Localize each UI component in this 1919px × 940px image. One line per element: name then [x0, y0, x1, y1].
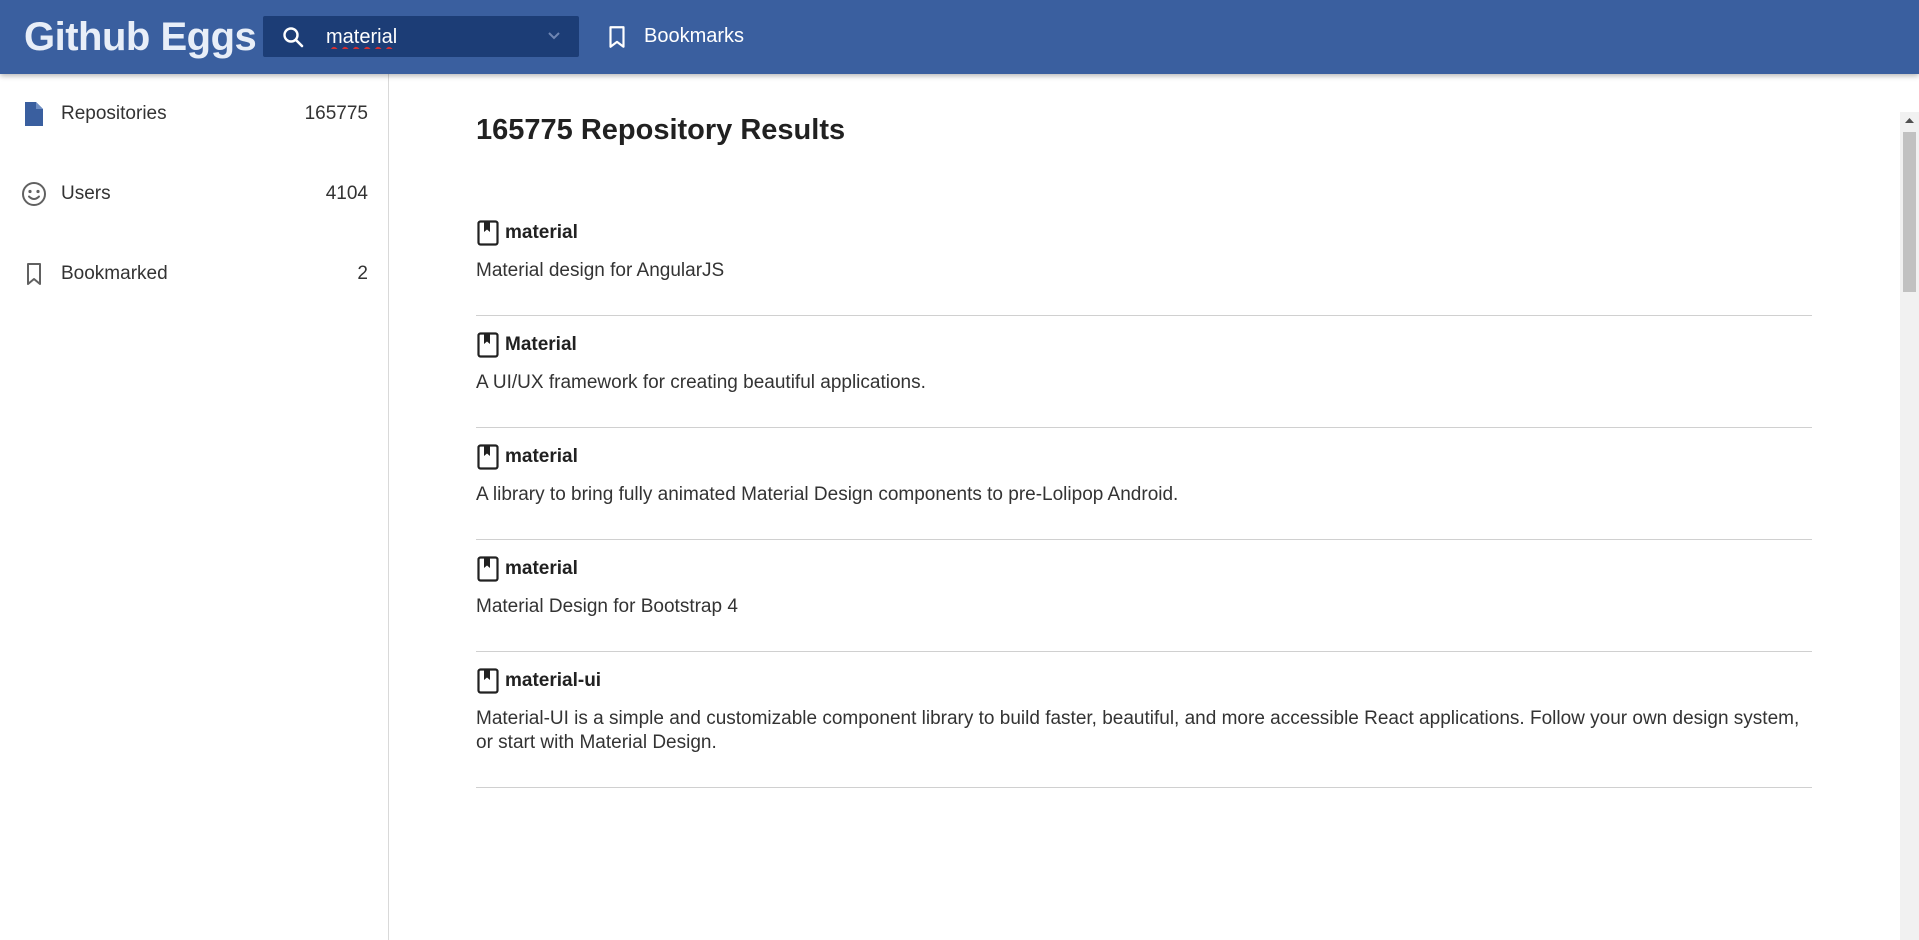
list-item: Material A UI/UX framework for creating …	[476, 316, 1812, 428]
repo-icon	[477, 332, 499, 358]
sidebar-item-label: Users	[61, 183, 111, 204]
repo-description: Material-UI is a simple and customizable…	[476, 708, 1800, 753]
sidebar-item-users[interactable]: Users 4104	[0, 154, 388, 234]
bookmark-icon	[609, 25, 625, 48]
repo-icon	[477, 556, 499, 582]
repo-icon	[477, 220, 499, 246]
list-item: material Material Design for Bootstrap 4	[476, 540, 1812, 652]
app-bar: Github Eggs Bookmarks	[0, 0, 1919, 74]
repo-description: Material Design for Bootstrap 4	[476, 596, 738, 617]
repo-description: Material design for AngularJS	[476, 260, 725, 281]
repo-icon	[477, 668, 499, 694]
sidebar-item-repositories[interactable]: Repositories 165775	[0, 74, 388, 154]
results-list: material Material design for AngularJS M…	[476, 204, 1812, 788]
sidebar-item-count: 165775	[304, 103, 368, 124]
search-input[interactable]	[326, 24, 536, 50]
scroll-thumb[interactable]	[1903, 132, 1916, 292]
search-icon[interactable]	[281, 25, 305, 49]
repo-name-link[interactable]: Material	[505, 334, 577, 356]
results-panel: 165775 Repository Results material Mater…	[390, 74, 1900, 940]
scrollbar[interactable]	[1900, 112, 1919, 940]
repo-name-link[interactable]: material	[505, 558, 578, 580]
scroll-up-arrow-icon[interactable]	[1900, 112, 1919, 129]
sidebar-item-label: Bookmarked	[61, 263, 168, 284]
bookmarks-nav-label: Bookmarks	[644, 25, 745, 47]
repo-icon	[477, 444, 499, 470]
sidebar-item-count: 2	[357, 263, 368, 284]
sidebar-item-label: Repositories	[61, 103, 167, 124]
repo-name-link[interactable]: material-ui	[505, 670, 601, 692]
sidebar-item-count: 4104	[325, 183, 368, 204]
list-item: material-ui Material-UI is a simple and …	[476, 652, 1812, 788]
sidebar: Repositories 165775 Users 4104 Bookmarke…	[0, 74, 389, 940]
page-title: 165775 Repository Results	[476, 114, 846, 146]
repo-description: A UI/UX framework for creating beautiful…	[476, 372, 926, 393]
search-box[interactable]	[263, 16, 579, 57]
list-item: material Material design for AngularJS	[476, 204, 1812, 316]
repo-name-link[interactable]: material	[505, 446, 578, 468]
smiley-icon	[22, 182, 46, 206]
list-item: material A library to bring fully animat…	[476, 428, 1812, 540]
sidebar-item-bookmarked[interactable]: Bookmarked 2	[0, 234, 388, 314]
bookmark-icon	[27, 263, 41, 285]
app-brand[interactable]: Github Eggs	[24, 13, 257, 61]
clear-icon[interactable]	[546, 28, 562, 44]
repo-name-link[interactable]: material	[505, 222, 578, 244]
file-icon	[25, 102, 43, 126]
repo-description: A library to bring fully animated Materi…	[476, 484, 1179, 505]
bookmarks-nav-button[interactable]: Bookmarks	[604, 16, 744, 57]
